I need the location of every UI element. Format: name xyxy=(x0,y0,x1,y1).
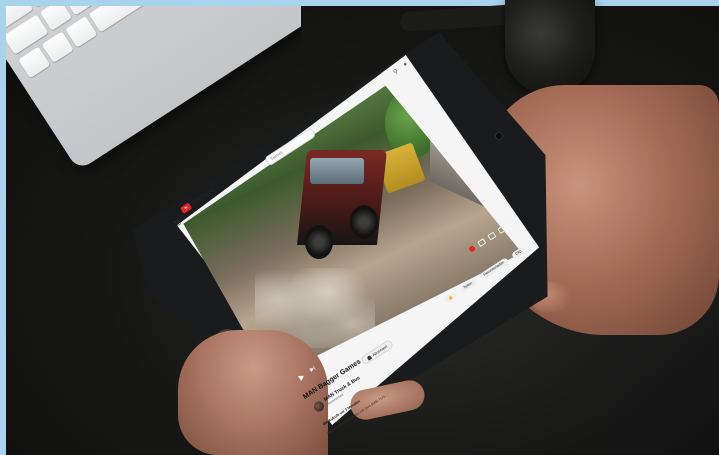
youtube-ui: ☰ YouTube Suchen ⚲ ● ▶| 👍 Teilen Herunte… xyxy=(0,0,719,455)
share-button[interactable]: Teilen xyxy=(458,278,478,294)
clip-button[interactable]: Clip xyxy=(510,246,527,260)
bell-icon[interactable]: ● xyxy=(402,61,409,69)
settings-icon[interactable] xyxy=(487,231,497,241)
channel-avatar[interactable] xyxy=(312,399,326,414)
play-icon[interactable] xyxy=(298,373,306,382)
header-icons: ⚲ ● xyxy=(392,61,409,76)
subscribe-label: Abonniert xyxy=(371,343,389,358)
player-controls xyxy=(468,218,517,254)
channel-row: MAN Truck & Bus Abonnenten xyxy=(312,375,364,414)
search-input[interactable]: Suchen xyxy=(264,127,317,167)
fullscreen-icon[interactable] xyxy=(507,218,517,228)
captions-icon[interactable] xyxy=(477,238,487,248)
miniplayer-icon[interactable] xyxy=(497,225,507,234)
search-icon[interactable]: ⚲ xyxy=(392,68,400,75)
subscribe-button[interactable]: Abonniert xyxy=(360,338,395,366)
download-button[interactable]: Herunterladen xyxy=(478,257,510,281)
like-button[interactable]: 👍 xyxy=(443,291,458,304)
video-actions: 👍 Teilen Herunterladen Clip xyxy=(443,246,527,304)
youtube-logo[interactable]: YouTube xyxy=(180,186,217,214)
youtube-logo-text: YouTube xyxy=(190,186,217,208)
autoplay-toggle-icon[interactable] xyxy=(468,244,477,254)
hamburger-icon[interactable]: ☰ xyxy=(173,219,183,228)
bell-icon xyxy=(366,355,373,361)
skip-next-icon[interactable]: ▶| xyxy=(309,365,317,373)
youtube-logo-icon xyxy=(180,202,193,214)
